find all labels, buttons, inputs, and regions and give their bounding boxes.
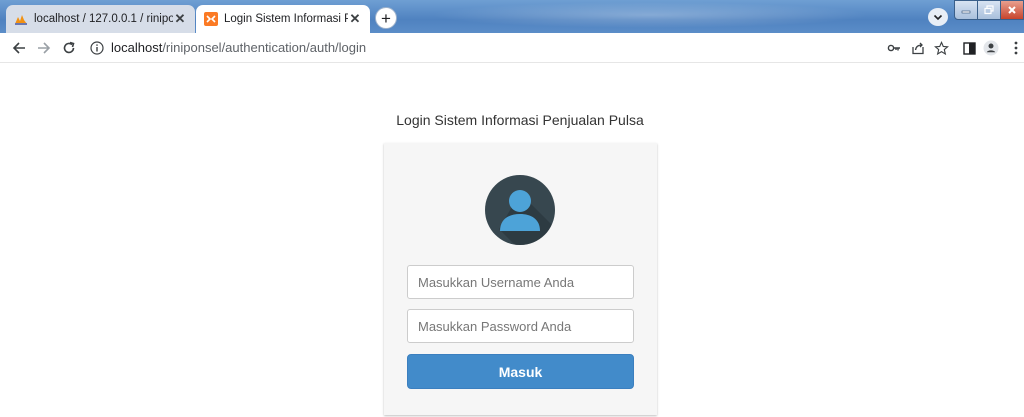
reload-button[interactable]	[60, 39, 78, 57]
forward-button[interactable]	[35, 39, 53, 57]
arrow-left-icon	[12, 42, 25, 54]
info-icon[interactable]	[90, 41, 104, 55]
browser-toolbar: localhost/riniponsel/authentication/auth…	[0, 33, 1024, 63]
reload-icon	[63, 41, 75, 54]
chevron-down-icon	[933, 14, 943, 21]
close-icon	[1008, 6, 1016, 14]
browser-titlebar: localhost / 127.0.0.1 / riniponsel | ✕ L…	[0, 0, 1024, 33]
share-icon[interactable]	[910, 40, 926, 56]
new-tab-button[interactable]: +	[375, 7, 397, 29]
close-icon[interactable]: ✕	[173, 11, 187, 27]
page-title: Login Sistem Informasi Penjualan Pulsa	[396, 112, 644, 128]
phpmyadmin-icon	[14, 12, 28, 26]
tab-title: Login Sistem Informasi Penjualan	[224, 13, 348, 25]
titlebar-glow	[430, 2, 870, 28]
tab-login[interactable]: Login Sistem Informasi Penjualan ✕	[196, 5, 370, 33]
xampp-icon	[204, 12, 218, 26]
close-icon[interactable]: ✕	[348, 11, 362, 27]
restore-icon	[984, 5, 994, 15]
arrow-right-icon	[38, 42, 51, 54]
url-path: /riniponsel/authentication/auth/login	[162, 40, 367, 55]
login-button[interactable]: Masuk	[407, 354, 634, 389]
side-panel-icon[interactable]	[961, 40, 977, 56]
login-card: Masuk	[384, 143, 657, 415]
profile-icon[interactable]	[983, 40, 999, 56]
url-host: localhost	[111, 40, 163, 55]
key-icon[interactable]	[886, 40, 902, 56]
password-input[interactable]	[407, 309, 634, 343]
tab-title: localhost / 127.0.0.1 / riniponsel |	[34, 13, 173, 25]
minimize-button[interactable]	[954, 0, 978, 20]
maximize-button[interactable]	[978, 0, 1001, 20]
star-icon[interactable]	[933, 40, 949, 56]
window-close-button[interactable]	[1001, 0, 1024, 20]
address-bar[interactable]: localhost/riniponsel/authentication/auth…	[111, 40, 366, 55]
user-avatar-icon	[485, 175, 555, 245]
back-button[interactable]	[10, 39, 28, 57]
tab-phpmyadmin[interactable]: localhost / 127.0.0.1 / riniponsel | ✕	[6, 5, 195, 33]
tab-search-button[interactable]	[928, 8, 948, 26]
minimize-icon	[961, 10, 971, 14]
username-input[interactable]	[407, 265, 634, 299]
kebab-menu-icon[interactable]	[1010, 40, 1022, 56]
